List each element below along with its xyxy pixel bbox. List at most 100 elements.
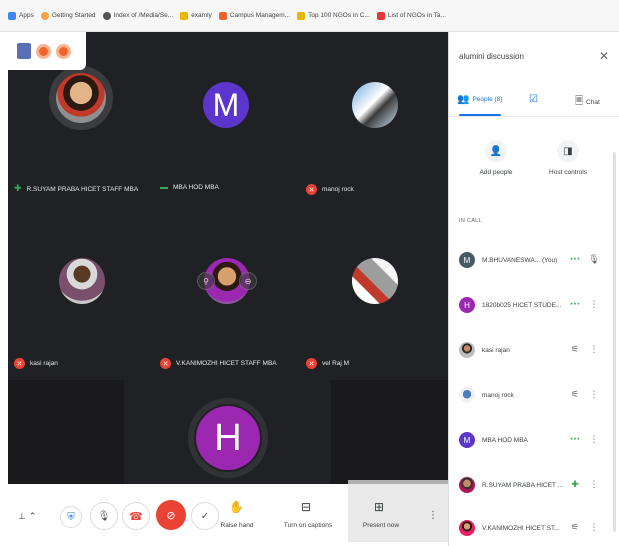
add-person-icon: 👤 [485, 140, 507, 162]
participant-row[interactable]: manoj rock ⚟ ⋮ [459, 383, 609, 407]
more-options-icon[interactable]: ⋮ [586, 300, 602, 310]
more-options-icon[interactable]: ⋮ [586, 390, 602, 400]
participant-row[interactable]: M MBA HOD MBA ··· ⋮ [459, 428, 609, 452]
participant-name: ✚ R.SUYAM PRABA HICET STAFF MBA [14, 184, 139, 194]
avatar [459, 342, 475, 358]
more-options-icon[interactable]: ⋮ [586, 345, 602, 355]
tab-people[interactable]: 👥 People (8) [457, 94, 502, 105]
mic-off-icon: ⚟ [570, 390, 580, 400]
avatar [459, 387, 475, 403]
close-icon[interactable]: ✕ [599, 49, 609, 63]
scrollbar[interactable] [613, 152, 616, 532]
meeting-controls-bar: ⊥ ⌃ ⛨ 🎙 ☎ ⊘ ✓ ✋ Raise hand ⊟ Turn on cap… [8, 480, 448, 546]
participant-name: ✕ V.KANIMOZHI HICET STAFF MBA [160, 358, 277, 369]
participant-name: ✕ kasi rajan [14, 358, 58, 369]
participant-name: manoj rock [482, 391, 514, 399]
more-options-icon[interactable]: ⋮ [586, 480, 602, 490]
camera-off-button[interactable]: ⊘ [156, 500, 186, 530]
participant-tile-vel-raj[interactable] [352, 258, 398, 304]
participant-tile-manoj-rock[interactable] [352, 82, 398, 128]
participant-name: ✕ vel Raj M [306, 358, 349, 369]
checkmark-button[interactable]: ✓ [191, 502, 219, 530]
mic-off-icon: ✕ [306, 184, 317, 195]
security-button[interactable]: ⛨ [60, 506, 82, 528]
apps-icon [8, 11, 16, 20]
video-grid: ✚ R.SUYAM PRABA HICET STAFF MBA M MBA HO… [8, 32, 448, 484]
participant-name: kasi rajan [482, 346, 510, 354]
participant-name: V.KANIMOZHI HICET ST... [482, 524, 560, 532]
empty-tile [8, 380, 124, 484]
participant-row[interactable]: V.KANIMOZHI HICET ST... ⚟ ⋮ [459, 516, 609, 540]
bookmark-getting-started[interactable]: Getting Started [40, 11, 96, 20]
captions-label[interactable]: Turn on captions [278, 522, 338, 529]
bookmarks-bar: Apps Getting Started Index of /Media/Se.… [0, 0, 619, 32]
meeting-details-icon[interactable]: ⊥ ⌃ [18, 512, 36, 522]
mic-off-icon: ✕ [160, 358, 171, 369]
mute-participant-button[interactable]: ⊖ [239, 272, 257, 290]
mic-icon[interactable]: 🎙 [586, 255, 602, 265]
tab-chat[interactable]: 🗏 Chat [575, 94, 600, 111]
notes-icon[interactable] [17, 43, 31, 59]
people-panel: alumini discussion ✕ 👥 People (8) ☑ 🗏 Ch… [448, 32, 619, 546]
add-people-button[interactable]: 👤 Add people [461, 140, 531, 176]
bookmark-icon [297, 11, 306, 20]
meeting-extension-icons [8, 32, 86, 70]
bookmark-index-media[interactable]: Index of /Media/Se... [102, 11, 173, 20]
end-call-button[interactable]: ☎ [122, 502, 150, 530]
raise-hand-label[interactable]: Raise hand [218, 522, 256, 529]
in-call-heading: IN CALL [459, 218, 482, 224]
avatar: M [459, 252, 475, 268]
audio-level-icon: ··· [569, 255, 581, 265]
more-options-icon[interactable]: ⋮ [428, 510, 438, 521]
bookmark-icon [40, 11, 49, 20]
avatar: M [459, 432, 475, 448]
participant-row[interactable]: kasi rajan ⚟ ⋮ [459, 338, 609, 362]
speaking-icon: ✚ [14, 184, 22, 194]
globe-icon [102, 11, 111, 20]
people-icon: 👥 [457, 94, 470, 105]
participant-name: MBA HOD MBA [160, 184, 219, 191]
record-icon[interactable] [56, 43, 71, 59]
avatar [459, 520, 475, 536]
participant-row[interactable]: M M.BHUVANESWA... (You) ··· 🎙 [459, 248, 609, 272]
present-now-label[interactable]: Present now [358, 522, 404, 529]
captions-icon[interactable]: ⊟ [301, 500, 311, 514]
empty-tile [331, 380, 448, 484]
bookmark-icon [218, 11, 227, 20]
bookmark-top-ngos[interactable]: Top 100 NGOs in C... [297, 11, 370, 20]
audio-level-icon: ··· [569, 435, 581, 445]
tab-divider [449, 116, 619, 117]
audio-level-icon: ··· [569, 300, 581, 310]
mic-off-icon: ⚟ [570, 345, 580, 355]
bookmark-examly[interactable]: examly [180, 11, 212, 20]
participant-name: 1820b025 HICET STUDE... [482, 301, 562, 309]
mic-button[interactable]: 🎙 [90, 502, 118, 530]
speaking-icon: ✚ [571, 480, 579, 490]
tab-activities[interactable]: ☑ [529, 94, 538, 105]
record-icon[interactable] [36, 43, 51, 59]
bookmark-icon [180, 11, 189, 20]
participant-tile-suyam-praba[interactable] [56, 73, 106, 123]
mic-off-icon: ⚟ [570, 523, 580, 533]
participant-tile-mba-hod[interactable]: M [203, 82, 249, 128]
audio-level-icon [160, 186, 168, 189]
participant-name: M.BHUVANESWA... (You) [482, 256, 558, 264]
participant-name: R.SUYAM PRABA HICET ... [482, 481, 564, 489]
bookmark-list-ngos[interactable]: List of NGOs in Ta... [376, 11, 446, 20]
avatar [459, 477, 475, 493]
meeting-title: alumini discussion [459, 52, 524, 61]
bookmark-campus-management[interactable]: Campus Managem... [218, 11, 290, 20]
participant-tile-hicet-student[interactable]: H [196, 406, 260, 470]
bookmark-apps[interactable]: Apps [8, 11, 34, 20]
participant-row[interactable]: H 1820b025 HICET STUDE... ··· ⋮ [459, 293, 609, 317]
host-controls-icon: ◨ [557, 140, 579, 162]
pin-button[interactable]: ⚲ [197, 272, 215, 290]
raise-hand-icon[interactable]: ✋ [229, 500, 244, 514]
participant-tile-kasi-rajan[interactable] [59, 258, 105, 304]
host-controls-button[interactable]: ◨ Host controls [533, 140, 603, 176]
present-icon[interactable]: ⊞ [374, 500, 384, 514]
participant-name: MBA HOD MBA [482, 436, 528, 444]
participant-row[interactable]: R.SUYAM PRABA HICET ... ✚ ⋮ [459, 473, 609, 497]
more-options-icon[interactable]: ⋮ [586, 435, 602, 445]
more-options-icon[interactable]: ⋮ [586, 523, 602, 533]
